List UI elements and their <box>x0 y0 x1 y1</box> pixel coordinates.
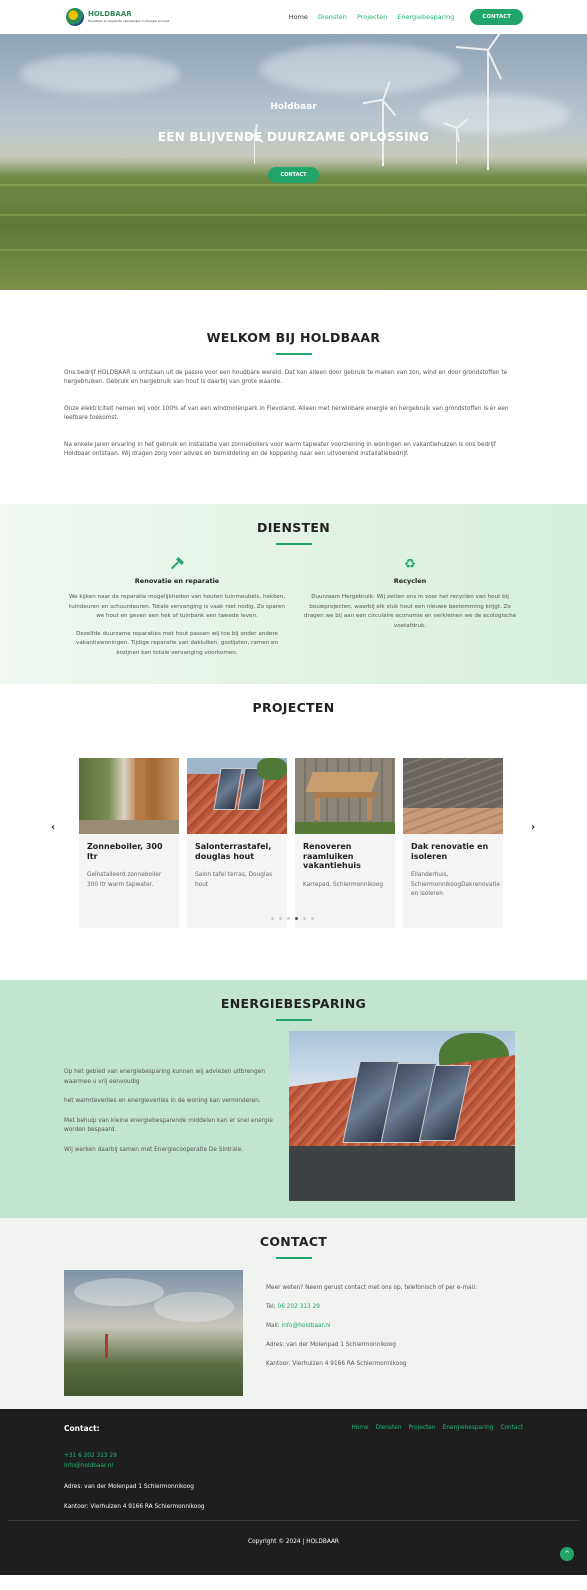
solar-roof-image <box>289 1031 515 1201</box>
welcome-paragraph: Na enkele jaren ervaring in het gebruik … <box>64 442 496 457</box>
dienst-recyclen: ♻ Recyclen Duurzaam Hergebruik: Wij zett… <box>299 557 521 658</box>
dienst-title: Renovatie en reparatie <box>134 577 220 585</box>
contact-section: CONTACT Meer weten? Neem gerust contact … <box>0 1218 587 1409</box>
hero-subtitle: Holdbaar <box>270 102 317 112</box>
project-desc: Salon tafel terras, Douglas hout <box>195 872 273 888</box>
project-title: Salonterrastafel, douglas hout <box>195 842 272 861</box>
project-desc: Geïnstalleerd zonneboiler 300 ltr warm t… <box>87 872 162 888</box>
title-underline <box>275 543 312 545</box>
footer-heading: Contact: <box>64 1424 100 1433</box>
contact-intro: Meer weten? Neem gerust contact met ons … <box>266 1285 477 1291</box>
logo-name: HOLDBAAR <box>88 10 132 18</box>
carousel-dot[interactable] <box>271 917 274 920</box>
diensten-section: DIENSTEN Renovatie en reparatie We kijke… <box>0 504 587 684</box>
hero-title: EEN BLIJVENDE DUURZAME OPLOSSING <box>157 130 430 144</box>
hero-contact-button[interactable]: CONTACT <box>268 167 319 183</box>
logo-tagline: Houdbare en blijvende oplossingen in ene… <box>88 19 170 23</box>
site-footer: Contact: Home Diensten Projecten Energie… <box>0 1409 587 1575</box>
dienst-text: Dezelfde duurzame reparaties met hout pa… <box>76 630 278 656</box>
carousel-dot[interactable] <box>303 917 306 920</box>
project-title: Zonneboiler, 300 ltr <box>87 842 163 861</box>
contact-mail-link[interactable]: info@holdbaar.nl <box>282 1323 331 1329</box>
nav-energiebesparing[interactable]: Energiebesparing <box>397 13 454 21</box>
nav-contact-button[interactable]: CONTACT <box>470 9 523 25</box>
page: HOLDBAAR Houdbare en blijvende oplossing… <box>0 0 587 1575</box>
nav-diensten[interactable]: Diensten <box>318 13 347 21</box>
title-underline <box>275 1019 312 1021</box>
carousel-dot[interactable] <box>311 917 314 920</box>
energie-paragraph: Met behulp van kleine energiebesparende … <box>64 1117 273 1134</box>
project-title: Renoveren raamluiken vakantiehuis <box>303 842 361 870</box>
contact-phone-link[interactable]: 06 202 313 29 <box>278 1304 320 1310</box>
nav-home[interactable]: Home <box>289 13 308 21</box>
dienst-renovatie: Renovatie en reparatie We kijken naar de… <box>66 557 288 658</box>
dienst-text: We kijken naar de reparatie mogelijkhede… <box>68 594 286 619</box>
recycle-icon: ♻ <box>404 557 416 572</box>
carousel-dot[interactable] <box>279 917 282 920</box>
hammer-icon <box>66 557 288 571</box>
hero: Holdbaar EEN BLIJVENDE DUURZAME OPLOSSIN… <box>0 34 587 290</box>
energie-paragraph: Op het gebied van energiebesparing kunne… <box>64 1069 265 1085</box>
energie-paragraph: Wij werken daarbij samen met Energiecoop… <box>64 1146 243 1153</box>
contact-address: Adres: van der Molenpad 1 Schiermonnikoo… <box>266 1342 396 1348</box>
project-card[interactable]: Dak renovatie en isoleren Eilanderhuis, … <box>403 758 503 928</box>
footer-office: Kantoor: Vierhuizen 4 9166 RA Schiermonn… <box>64 1504 205 1510</box>
carousel-next-arrow-icon[interactable]: › <box>531 822 535 833</box>
footer-phone-link[interactable]: +31 6 202 313 29 <box>64 1453 117 1459</box>
energie-paragraph: het warmteverlies en energieverlies in d… <box>64 1098 261 1104</box>
project-carousel: Zonneboiler, 300 ltr Geïnstalleerd zonne… <box>79 758 587 928</box>
project-desc: Eilanderhuis, SchiermonnikoogDakrenovati… <box>411 872 500 897</box>
project-card[interactable]: Zonneboiler, 300 ltr Geïnstalleerd zonne… <box>79 758 179 928</box>
dienst-text: Duurzaam Hergebruik: Wij zetten ons in v… <box>303 594 517 629</box>
carousel-dot[interactable] <box>295 917 298 920</box>
footer-nav: Home Diensten Projecten Energiebesparing… <box>351 1425 523 1431</box>
welcome-paragraph: Onze elektriciteit nemen wij voor 100% a… <box>64 406 509 421</box>
projecten-section: PROJECTEN Zonneboiler, 300 ltr Geïnstall… <box>0 684 587 980</box>
nav-projecten[interactable]: Projecten <box>357 13 387 21</box>
lighthouse-landscape-image <box>64 1270 243 1396</box>
carousel-dot[interactable] <box>287 917 290 920</box>
copyright: Copyright © 2024 | HOLDBAAR <box>248 1539 339 1545</box>
footer-nav-energiebesparing[interactable]: Energiebesparing <box>443 1425 494 1431</box>
project-image <box>403 758 503 834</box>
contact-title: CONTACT <box>259 1234 328 1249</box>
welcome-section: WELKOM BIJ HOLDBAAR Ons bedrijf HOLDBAAR… <box>0 290 587 504</box>
project-image <box>295 758 395 834</box>
project-image <box>187 758 287 834</box>
footer-nav-home[interactable]: Home <box>351 1425 368 1431</box>
welcome-title: WELKOM BIJ HOLDBAAR <box>206 330 381 345</box>
project-title: Dak renovatie en isoleren <box>411 842 489 861</box>
diensten-title: DIENSTEN <box>257 520 330 535</box>
logo-globe-icon <box>66 8 84 26</box>
footer-mail-link[interactable]: info@holdbaar.nl <box>64 1463 113 1469</box>
energie-title: ENERGIEBESPARING <box>220 996 367 1011</box>
footer-nav-projecten[interactable]: Projecten <box>408 1425 435 1431</box>
footer-divider <box>8 1520 579 1521</box>
energiebesparing-section: ENERGIEBESPARING Op het gebied van energ… <box>0 980 587 1218</box>
main-nav: Home Diensten Projecten Energiebesparing… <box>289 9 523 25</box>
scroll-to-top-icon[interactable]: ^ <box>560 1547 574 1561</box>
project-card[interactable]: Renoveren raamluiken vakantiehuis Karrep… <box>295 758 395 928</box>
site-header: HOLDBAAR Houdbare en blijvende oplossing… <box>0 0 587 34</box>
projecten-title: PROJECTEN <box>252 700 335 715</box>
footer-nav-contact[interactable]: Contact <box>500 1425 523 1431</box>
carousel-dots <box>271 917 314 920</box>
project-image <box>79 758 179 834</box>
title-underline <box>275 1257 312 1259</box>
logo[interactable]: HOLDBAAR Houdbare en blijvende oplossing… <box>66 8 169 26</box>
footer-address: Adres: van der Molenpad 1 Schiermonnikoo… <box>64 1484 194 1490</box>
dienst-title: Recyclen <box>393 577 427 585</box>
welcome-paragraph: Ons bedrijf HOLDBAAR is ontstaan uit de … <box>64 370 508 385</box>
footer-nav-diensten[interactable]: Diensten <box>376 1425 402 1431</box>
project-card[interactable]: Salonterrastafel, douglas hout Salon taf… <box>187 758 287 928</box>
project-desc: Karrepad, Schiermonnikoog <box>303 881 384 888</box>
carousel-prev-arrow-icon[interactable]: ‹ <box>51 822 55 833</box>
contact-office: Kantoor: Vierhuizen 4 9166 RA Schiermonn… <box>266 1361 407 1367</box>
title-underline <box>275 353 312 355</box>
